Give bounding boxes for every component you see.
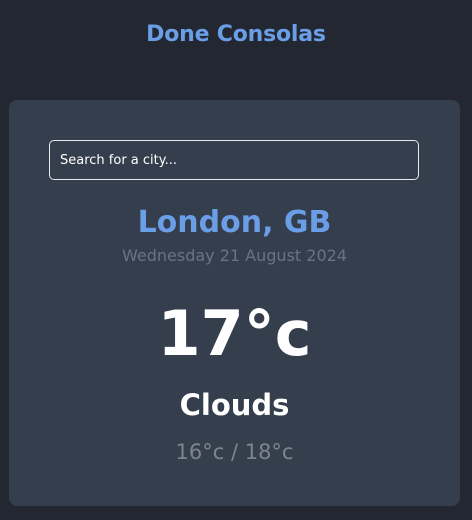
current-temperature: 17°c	[157, 297, 312, 370]
current-date: Wednesday 21 August 2024	[122, 246, 347, 265]
app-title: Done Consolas	[146, 22, 326, 47]
weather-card: London, GB Wednesday 21 August 2024 17°c…	[9, 100, 460, 506]
weather-condition: Clouds	[179, 388, 290, 422]
city-search-input[interactable]	[49, 140, 419, 180]
temperature-range: 16°c / 18°c	[175, 440, 294, 464]
location-name: London, GB	[137, 205, 332, 240]
